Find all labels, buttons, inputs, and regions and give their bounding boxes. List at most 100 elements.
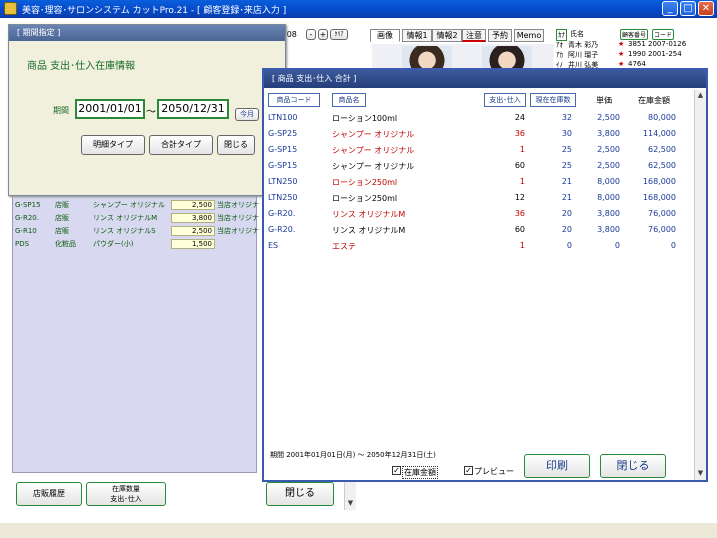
summary-scrollbar[interactable]: ▲ ▼ <box>694 90 706 480</box>
cell-stock: 20 <box>561 209 572 218</box>
column-header-name[interactable]: 商品名 <box>332 93 366 107</box>
period-label: 期間 <box>53 106 69 115</box>
scroll-down-icon[interactable]: ▼ <box>695 468 706 479</box>
table-row[interactable]: G-R20. リンス オリジナルM 60 20 3,800 76,000 <box>264 222 694 238</box>
preview-checkbox[interactable]: ✓ <box>464 466 473 475</box>
summary-close-button[interactable]: 閉じる <box>600 454 666 478</box>
cell-qty: 60 <box>514 225 525 234</box>
cell-qty: 60 <box>514 161 525 170</box>
cell-stock: 0 <box>566 241 572 250</box>
customer-photo-1 <box>402 46 452 70</box>
close-button[interactable]: 閉じる <box>266 482 334 506</box>
scrollbar[interactable]: ▼ <box>344 478 356 510</box>
cell-name: ローション250ml <box>332 194 398 203</box>
table-row[interactable]: G-R20. 店販 リンス オリジナルM 3,800 当店オリジナ <box>13 212 259 224</box>
cell-code: G-R20. <box>268 225 296 234</box>
summary-dialog: [ 商品 支出･仕入 合計 ] 商品コード 商品名 支出･仕入 現在在庫数 単価… <box>262 68 708 482</box>
scroll-down-icon[interactable]: ▼ <box>345 498 356 509</box>
tab-caution[interactable]: 注意 <box>462 29 486 42</box>
tab-reservation[interactable]: 予約 <box>488 29 512 42</box>
tab-image[interactable]: 画像 <box>370 29 400 42</box>
start-date-field[interactable]: 2001/01/01 <box>75 99 145 119</box>
table-row[interactable]: G-R10 店販 リンス オリジナルS 2,500 当店オリジナ <box>13 225 259 237</box>
period-summary-text: 期間 2001年01月01日(月) ～ 2050年12月31日(土) <box>270 451 436 459</box>
stock-amount-checkbox[interactable]: ✓ <box>392 466 401 475</box>
maximize-button[interactable]: □ <box>680 1 696 16</box>
table-row[interactable]: G-SP15 シャンプー オリジナル 1 25 2,500 62,500 <box>264 142 694 158</box>
code-badge[interactable]: コード <box>652 29 675 40</box>
cell-code: G-SP15 <box>268 145 298 154</box>
scroll-up-icon[interactable]: ▲ <box>695 90 706 101</box>
cell-code: LTN100 <box>268 113 298 122</box>
cell-total: 80,000 <box>648 113 676 122</box>
list-item[interactable]: ｱｶ 阿川 瑠子 ★ 1990 2001-254 <box>556 50 708 60</box>
preview-label: プレビュー <box>474 467 514 476</box>
end-date-field[interactable]: 2050/12/31 <box>157 99 229 119</box>
cell-stock: 25 <box>561 161 572 170</box>
this-month-button[interactable]: 今月 <box>235 108 259 121</box>
customer-photo-2 <box>482 46 532 70</box>
cell-qty: 12 <box>514 193 525 202</box>
tilde-separator: ～ <box>146 107 156 118</box>
cell-price: 0 <box>614 241 620 250</box>
summary-table-body: LTN100 ローション100ml 24 32 2,500 80,000 G-SP25 シャン… <box>264 110 694 290</box>
cell-code: G-SP15 <box>268 161 298 170</box>
date-plus-button[interactable]: + <box>318 29 328 40</box>
list-item[interactable]: ｱｵ 青木 彩乃 ★ 3851 2007-0126 <box>556 40 708 50</box>
cell-name: ローション100ml <box>332 114 398 123</box>
tab-memo[interactable]: Memo <box>514 29 544 42</box>
cell-name: シャンプー オリジナル <box>332 146 415 155</box>
date-minus-button[interactable]: - <box>306 29 316 40</box>
cell-total: 114,000 <box>642 129 676 138</box>
cell-price: 3,800 <box>597 209 620 218</box>
table-row[interactable]: LTN250 ローション250ml 1 21 8,000 168,000 <box>264 174 694 190</box>
cell-price: 3,800 <box>597 129 620 138</box>
cell-total: 168,000 <box>642 193 676 202</box>
customer-photos <box>372 44 554 70</box>
cell-code: LTN250 <box>268 193 298 202</box>
cell-qty: 1 <box>519 177 525 186</box>
table-row[interactable]: G-SP15 店販 シャンプー オリジナル 2,500 当店オリジナ <box>13 199 259 211</box>
table-row[interactable]: G-SP25 シャンプー オリジナル 36 30 3,800 114,000 <box>264 126 694 142</box>
cell-price: 8,000 <box>597 177 620 186</box>
cell-total: 0 <box>670 241 676 250</box>
tab-info2[interactable]: 情報2 <box>432 29 462 42</box>
close-window-button[interactable]: ✕ <box>698 1 714 16</box>
clear-button[interactable]: ｸﾘｱ <box>330 29 348 40</box>
cell-stock: 21 <box>561 177 572 186</box>
table-row[interactable]: LTN100 ローション100ml 24 32 2,500 80,000 <box>264 110 694 126</box>
customer-no-badge[interactable]: 顧客番号 <box>620 29 649 40</box>
window-title-bar: 美容･理容･サロンシステム カットPro.21 - [ 顧客登録･来店入力 ] … <box>0 0 717 18</box>
cell-total: 62,500 <box>648 145 676 154</box>
table-row[interactable]: LTN250 ローション250ml 12 21 8,000 168,000 <box>264 190 694 206</box>
list-item[interactable]: ｲﾉ 井川 弘美 ★ 4764 <box>556 60 708 68</box>
stock-expense-button[interactable]: 在庫数量 支出･仕入 <box>86 482 166 506</box>
cell-name: エステ <box>332 242 356 251</box>
cell-price: 2,500 <box>597 113 620 122</box>
cell-total: 76,000 <box>648 225 676 234</box>
cell-name: シャンプー オリジナル <box>332 162 415 171</box>
column-header-qty[interactable]: 支出･仕入 <box>484 93 526 107</box>
cell-stock: 30 <box>561 129 572 138</box>
table-row[interactable]: PDS 化粧品 パウダー(小) 1,500 <box>13 238 258 250</box>
tab-info1[interactable]: 情報1 <box>402 29 432 42</box>
cell-name: リンス オリジナルM <box>332 226 406 235</box>
bottom-button-bar: 店販履歴 在庫数量 支出･仕入 閉じる ▼ <box>10 478 356 510</box>
detail-type-button[interactable]: 明細タイプ <box>81 135 145 155</box>
cell-code: G-SP25 <box>268 129 298 138</box>
cell-name: リンス オリジナルM <box>332 210 406 219</box>
period-close-button[interactable]: 閉じる <box>217 135 255 155</box>
table-row[interactable]: G-SP15 シャンプー オリジナル 60 25 2,500 62,500 <box>264 158 694 174</box>
sales-history-button[interactable]: 店販履歴 <box>16 482 82 506</box>
total-type-button[interactable]: 合計タイプ <box>149 135 213 155</box>
table-row[interactable]: ES エステ 1 0 0 0 <box>264 238 694 254</box>
cell-code: ES <box>268 241 279 250</box>
minimize-button[interactable]: _ <box>662 1 678 16</box>
customer-tabs: 画像 情報1 情報2 注意 予約 Memo <box>370 28 550 42</box>
cell-price: 2,500 <box>597 161 620 170</box>
period-dialog: [ 期間指定 ] 商品 支出･仕入在庫情報 期間 2001/01/01 ～ 20… <box>8 24 286 196</box>
print-button[interactable]: 印刷 <box>524 454 590 478</box>
table-row[interactable]: G-R20. リンス オリジナルM 36 20 3,800 76,000 <box>264 206 694 222</box>
column-header-code[interactable]: 商品コード <box>268 93 320 107</box>
column-header-stock[interactable]: 現在在庫数 <box>530 93 576 107</box>
